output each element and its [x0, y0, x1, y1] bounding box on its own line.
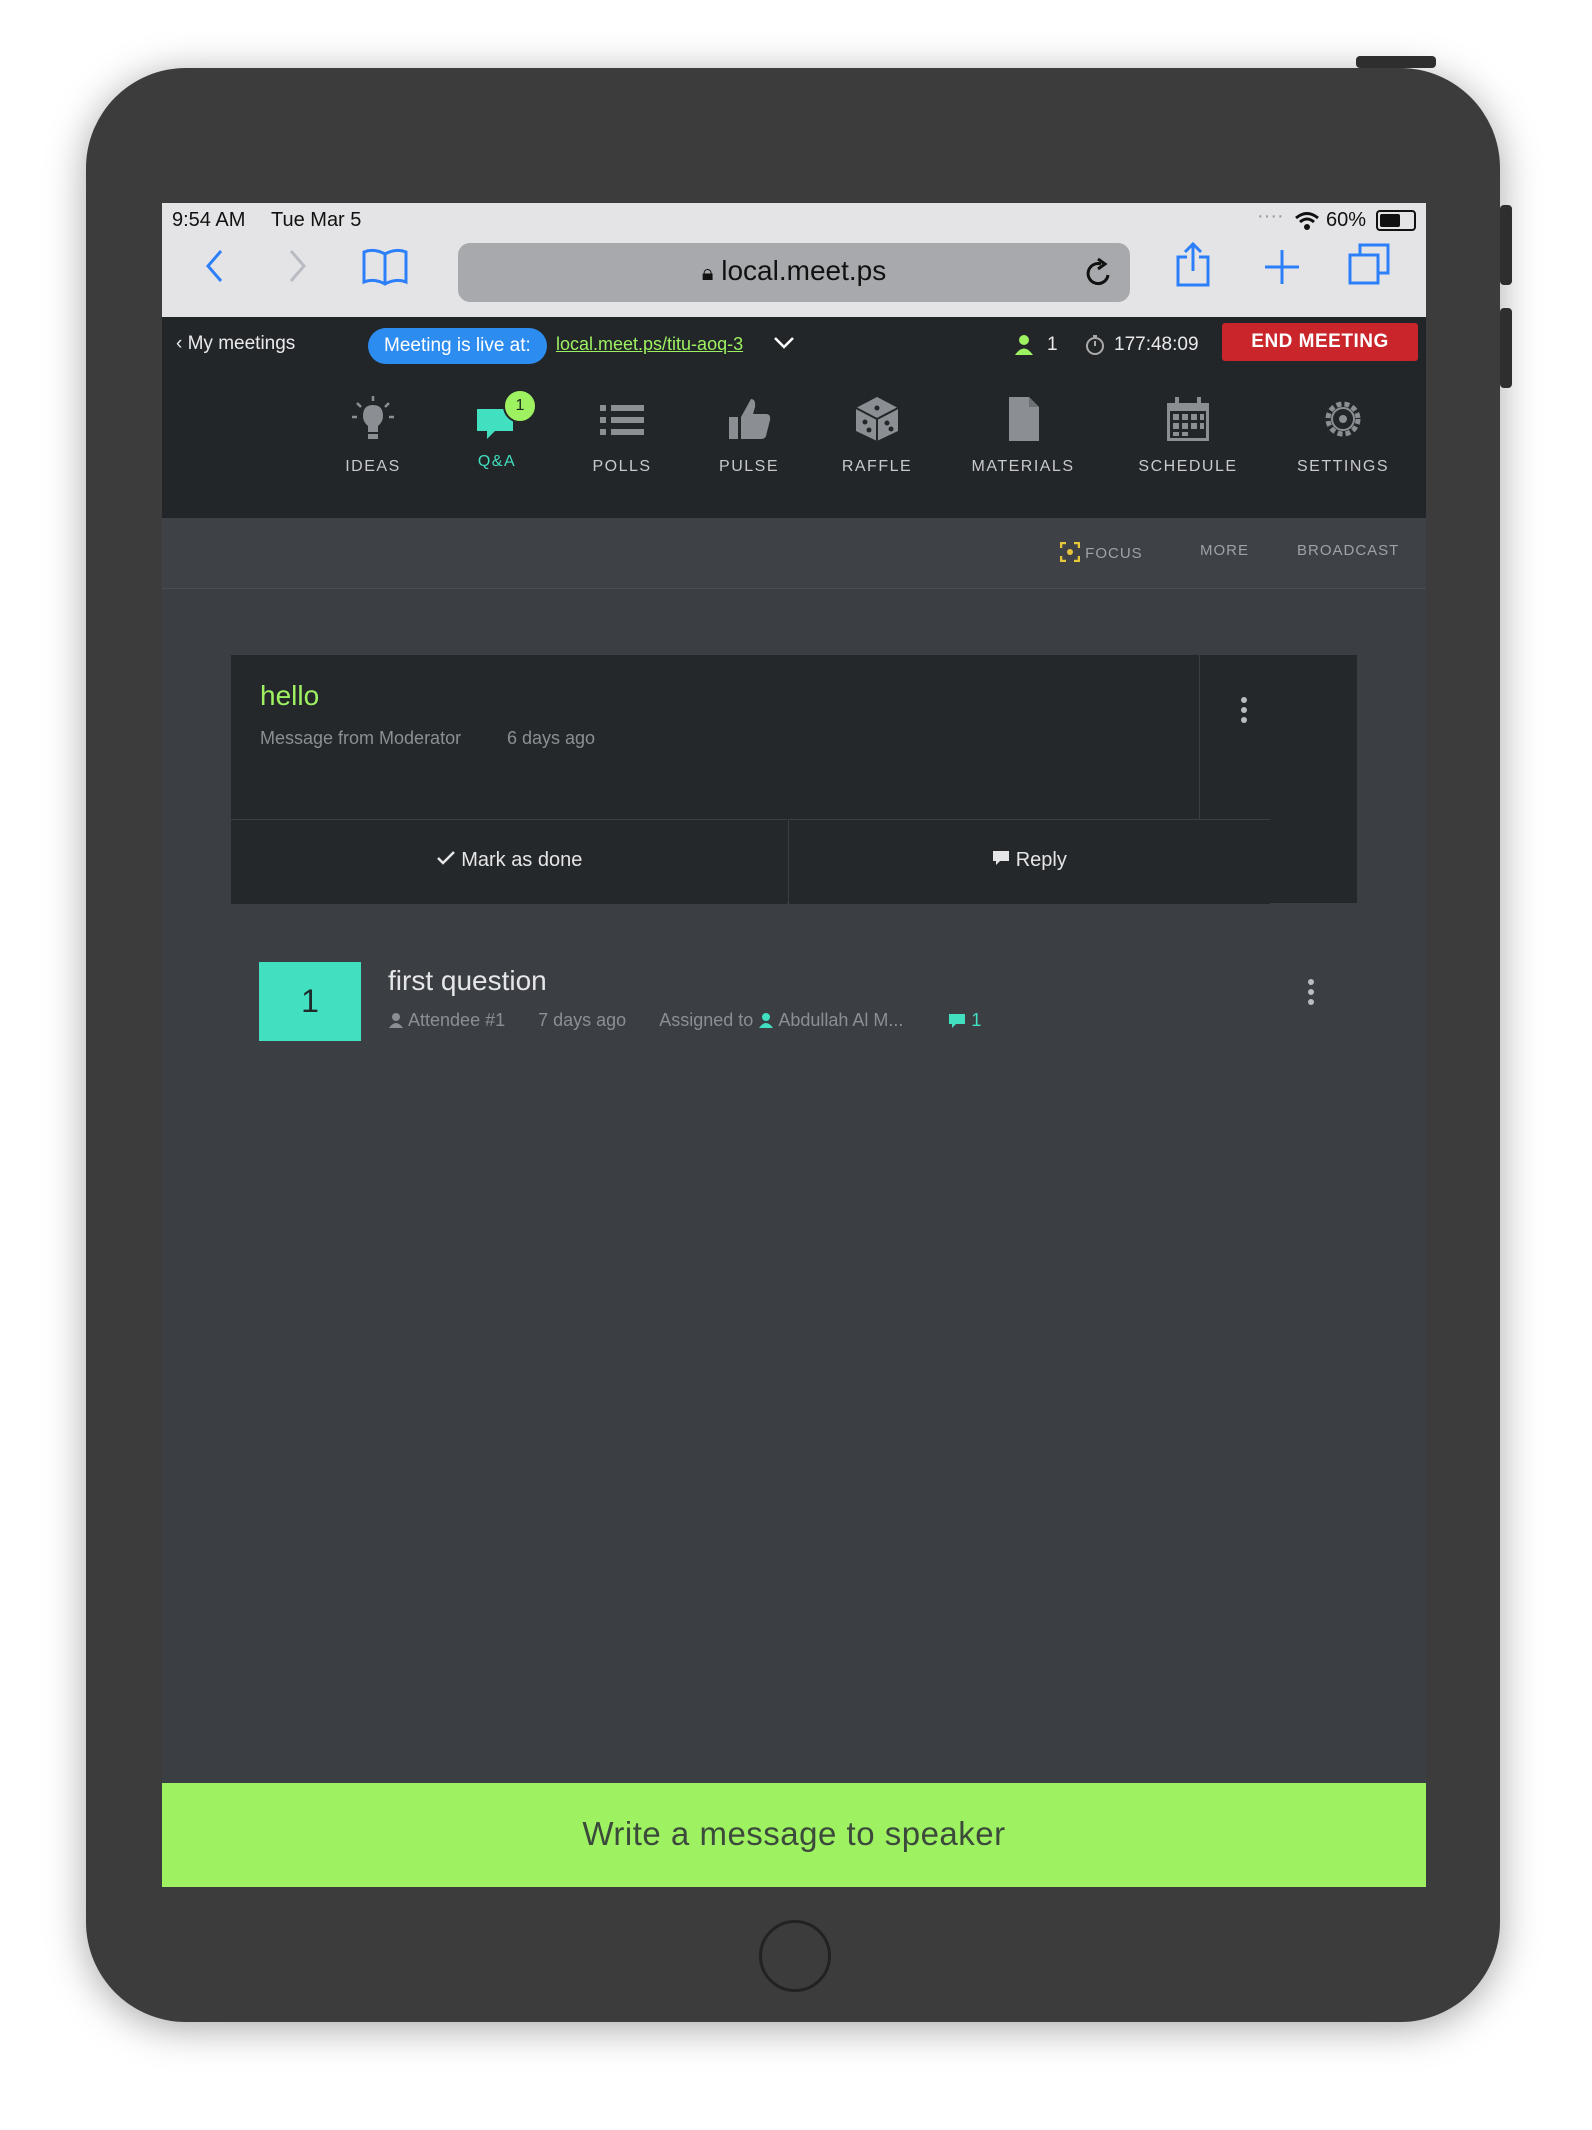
thumbs-up-icon [729, 399, 771, 439]
chevron-left-icon: ‹ [176, 333, 183, 354]
calendar-icon [1167, 397, 1209, 441]
message-time: 6 days ago [507, 728, 596, 748]
app-topbar: ‹ My meetings Meeting is live at: local.… [162, 317, 1426, 375]
user-icon [389, 1013, 403, 1028]
my-meetings-link[interactable]: ‹ My meetings [176, 333, 295, 355]
focus-button[interactable]: FOCUS [1059, 541, 1143, 563]
back-arrow-icon[interactable] [204, 248, 224, 284]
assigned-label: Assigned to [659, 1010, 754, 1030]
assignee-icon [759, 1013, 774, 1028]
nav-label: MATERIALS [971, 458, 1075, 475]
nav-label: IDEAS [345, 458, 401, 475]
check-icon [436, 851, 455, 865]
question-meta: Attendee #1 7 days ago Assigned to Abdul… [388, 1010, 981, 1031]
nav-label: PULSE [719, 458, 779, 475]
reply-label: Reply [1015, 849, 1067, 871]
question-title[interactable]: first question [388, 965, 547, 997]
status-time: 9:54 AM [172, 209, 246, 231]
nav-settings[interactable]: SETTINGS [1278, 395, 1408, 476]
nav-label: RAFFLE [841, 458, 913, 475]
more-button[interactable]: MORE [1200, 542, 1249, 559]
gear-icon [1325, 401, 1361, 437]
end-meeting-button[interactable]: END MEETING [1222, 323, 1418, 361]
document-icon [1009, 397, 1039, 441]
qa-badge: 1 [503, 389, 537, 423]
nav-schedule[interactable]: SCHEDULE [1118, 395, 1258, 476]
nav-polls[interactable]: POLLS [562, 395, 682, 476]
vote-count[interactable]: 1 [259, 962, 361, 1041]
nav-label: Q&A [477, 453, 517, 470]
reply-icon [993, 851, 1010, 865]
qa-toolbar: FOCUS MORE BROADCAST [162, 518, 1426, 589]
question-menu-icon[interactable] [1308, 979, 1314, 1005]
nav-materials[interactable]: MATERIALS [948, 395, 1098, 476]
nav-label: POLLS [592, 458, 652, 475]
reply-count[interactable]: 1 [948, 1010, 981, 1030]
reply-button[interactable]: Reply [788, 819, 1270, 904]
bookmarks-icon[interactable] [362, 248, 408, 286]
broadcast-button[interactable]: BROADCAST [1297, 542, 1399, 559]
mark-done-button[interactable]: Mark as done [231, 819, 787, 904]
nav-label: SETTINGS [1296, 458, 1389, 475]
nav-pulse[interactable]: PULSE [689, 395, 809, 476]
browser-chrome: 9:54 AM Tue Mar 5 ···· 60% 🔒︎ local.meet… [162, 203, 1426, 317]
write-message-bar[interactable]: Write a message to speaker [162, 1783, 1426, 1887]
kebab-menu-icon[interactable] [1241, 697, 1247, 723]
meeting-link[interactable]: local.meet.ps/titu-aoq-3 [556, 334, 743, 355]
nav-label: SCHEDULE [1138, 458, 1238, 475]
timer-icon [1086, 335, 1104, 355]
tabs-icon[interactable] [1348, 243, 1390, 285]
nav-ideas[interactable]: IDEAS [313, 395, 433, 476]
list-icon [600, 405, 644, 435]
focus-icon [1059, 541, 1081, 563]
message-author: Message from Moderator [260, 728, 462, 748]
comment-icon [949, 1014, 966, 1028]
screen: 9:54 AM Tue Mar 5 ···· 60% 🔒︎ local.meet… [162, 203, 1426, 1887]
user-icon [1015, 335, 1033, 355]
reply-count-value: 1 [971, 1010, 982, 1030]
wifi-icon [1295, 212, 1319, 230]
power-button [1356, 56, 1436, 68]
my-meetings-label: My meetings [187, 333, 296, 354]
volume-up-button [1500, 205, 1512, 285]
lock-icon: 🔒︎ [701, 260, 714, 285]
signal-dots-icon: ···· [1257, 205, 1284, 227]
nav-raffle[interactable]: RAFFLE [817, 395, 937, 476]
volume-down-button [1500, 308, 1512, 388]
nav-qa[interactable]: 1 Q&A [437, 389, 557, 471]
battery-percent: 60% [1326, 209, 1367, 231]
assignee-name: Abdullah Al M... [778, 1010, 904, 1030]
home-button[interactable] [759, 1920, 831, 1992]
write-message-label: Write a message to speaker [582, 1815, 1006, 1852]
mark-done-label: Mark as done [461, 849, 583, 871]
battery-icon [1376, 210, 1416, 231]
reload-icon[interactable] [1083, 257, 1113, 289]
live-badge: Meeting is live at: [368, 328, 547, 364]
module-nav: IDEAS 1 Q&A POLLS PULSE RAFFLE MATERIALS… [162, 375, 1426, 518]
meeting-timer: 177:48:09 [1114, 334, 1199, 355]
chevron-down-icon[interactable] [773, 335, 795, 351]
question-author: Attendee #1 [408, 1010, 506, 1030]
address-bar[interactable]: 🔒︎ local.meet.ps [458, 243, 1130, 302]
forward-arrow-icon[interactable] [288, 248, 308, 284]
participant-count: 1 [1047, 334, 1058, 355]
status-date: Tue Mar 5 [271, 209, 362, 231]
lightbulb-icon [352, 396, 394, 439]
dice-icon [855, 397, 899, 441]
question-time: 7 days ago [538, 1010, 627, 1030]
new-tab-icon[interactable] [1263, 248, 1301, 286]
message-title: hello [260, 680, 320, 711]
share-icon[interactable] [1175, 241, 1211, 287]
focus-label: FOCUS [1085, 545, 1143, 562]
url-text: local.meet.ps [721, 255, 887, 286]
